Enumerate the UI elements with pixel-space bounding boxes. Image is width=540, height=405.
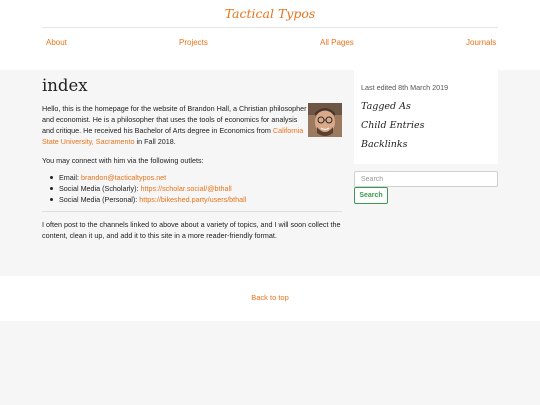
main-content: index Hello, this is the homepage for th… [0,70,540,276]
back-to-top-link[interactable]: Back to top [0,293,540,303]
contact-list: Email: brandon@tacticaltypos.net Social … [50,172,349,205]
intro-text: Hello, this is the homepage for the webs… [42,104,307,135]
contact-label: Social Media (Personal): [59,195,140,204]
last-edited-date: Last edited 8th March 2019 [361,83,449,92]
scholarly-social-link[interactable]: https://scholar.social/@bthall [141,184,232,193]
contact-personal: Social Media (Personal): https://bikeshe… [50,194,349,205]
search-button[interactable]: Search [354,187,388,204]
contact-scholarly: Social Media (Scholarly): https://schola… [50,183,349,194]
search-input[interactable] [354,171,498,187]
connect-text: You may connect with him via the followi… [42,156,204,165]
intro-paragraph: Hello, this is the homepage for the webs… [42,103,307,147]
child-entries-link[interactable]: Child Entries [361,120,425,132]
backlinks-link[interactable]: Backlinks [361,139,408,151]
contact-label: Social Media (Scholarly): [59,184,141,193]
outro-paragraph: I often post to the channels linked to a… [42,220,341,240]
nav-link-about[interactable]: About [46,38,67,48]
personal-social-link[interactable]: https://bikeshed.party/users/bthall [139,195,246,204]
nav-link-journals[interactable]: Journals [466,38,496,48]
site-header: Tactical Typos About Projects All Pages … [0,0,540,70]
page-title: index [42,76,88,95]
contact-label: Email: [59,173,81,182]
tagged-as-link[interactable]: Tagged As [361,101,411,113]
page-info-card: Last edited 8th March 2019 Tagged As Chi… [354,70,498,164]
content-divider [42,211,342,212]
site-title[interactable]: Tactical Typos [0,6,540,22]
intro-text-end: in Fall 2018. [134,137,176,146]
site-footer: Back to top [0,276,540,321]
avatar-photo [308,103,342,137]
nav-link-projects[interactable]: Projects [179,38,208,48]
header-divider [42,27,498,28]
contact-email: Email: brandon@tacticaltypos.net [50,172,349,183]
avatar [308,103,342,137]
nav-link-all-pages[interactable]: All Pages [320,38,354,48]
email-link[interactable]: brandon@tacticaltypos.net [81,173,166,182]
